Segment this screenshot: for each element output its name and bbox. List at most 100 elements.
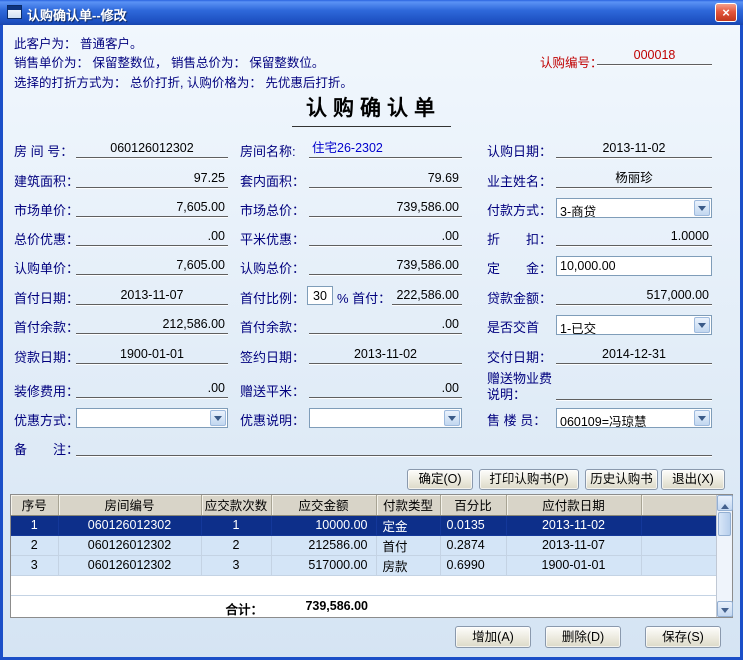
table-cell[interactable]: 2 — [201, 535, 271, 555]
table-header-cell: 序号 — [11, 495, 58, 515]
decoration-fee-field[interactable]: .00 — [76, 379, 228, 398]
total-discount-label: 总价优惠： — [14, 229, 79, 248]
order-no-value[interactable]: 000018 — [597, 46, 712, 65]
loan-date-field[interactable]: 1900-01-01 — [76, 345, 228, 364]
first-paid-label: 是否交首 — [487, 317, 539, 336]
table-cell[interactable]: 3 — [11, 555, 58, 575]
add-button[interactable]: 增加(A) — [455, 626, 531, 648]
sqm-discount-field[interactable]: .00 — [309, 227, 462, 246]
chevron-down-icon[interactable] — [694, 410, 710, 426]
print-button[interactable]: 打印认购书(P) — [479, 469, 579, 490]
chevron-down-icon[interactable] — [210, 410, 226, 426]
customer-type-note: 此客户为： 普通客户。 — [14, 33, 142, 52]
down-payment-balance-field[interactable]: 212,586.00 — [76, 315, 228, 334]
chevron-down-icon[interactable] — [694, 317, 710, 333]
building-area-field[interactable]: 97.25 — [76, 169, 228, 188]
table-cell[interactable]: 517000.00 — [271, 555, 376, 575]
save-button[interactable]: 保存(S) — [645, 626, 721, 648]
table-cell[interactable]: 212586.00 — [271, 535, 376, 555]
sqm-discount-label: 平米优惠： — [240, 229, 305, 248]
loan-amount-label: 贷款金额： — [487, 288, 552, 307]
deposit-input[interactable]: 10,000.00 — [556, 256, 712, 276]
loan-amount-field[interactable]: 517,000.00 — [556, 286, 712, 305]
down-payment-amount-field[interactable]: 222,586.00 — [392, 286, 462, 305]
first-paid-combo[interactable]: 1-已交 — [556, 315, 712, 335]
down-payment-date-field[interactable]: 2013-11-07 — [76, 286, 228, 305]
delivery-date-field[interactable]: 2014-12-31 — [556, 345, 712, 364]
salesperson-label: 售 楼 员： — [487, 410, 546, 429]
purchase-unit-price-field[interactable]: 7,605.00 — [76, 256, 228, 275]
table-cell[interactable]: 060126012302 — [58, 535, 201, 555]
exit-button[interactable]: 退出(X) — [661, 469, 725, 490]
loan-date-label: 贷款日期： — [14, 347, 79, 366]
table-cell[interactable]: 2013-11-02 — [506, 515, 641, 535]
purchase-date-label: 认购日期： — [487, 141, 552, 160]
purchase-total-price-field[interactable]: 739,586.00 — [309, 256, 462, 275]
table-cell[interactable]: 1 — [201, 515, 271, 535]
table-cell[interactable]: 0.6990 — [440, 555, 506, 575]
table-cell[interactable]: 060126012302 — [58, 555, 201, 575]
table-cell[interactable]: 10000.00 — [271, 515, 376, 535]
room-name-field[interactable]: 住宅26-2302 — [309, 139, 462, 158]
chevron-down-icon[interactable] — [444, 410, 460, 426]
down-payment-balance2-field[interactable]: .00 — [309, 315, 462, 334]
confirm-button[interactable]: 确定(O) — [407, 469, 473, 490]
table-row[interactable]: 3 060126012302 3 517000.00 房款 0.6990 190… — [11, 555, 716, 575]
owner-name-field[interactable]: 杨丽珍 — [556, 169, 712, 188]
discount-desc-combo[interactable] — [309, 408, 462, 428]
sign-date-field[interactable]: 2013-11-02 — [309, 345, 462, 364]
chevron-down-icon[interactable] — [694, 200, 710, 216]
down-payment-date-label: 首付日期： — [14, 288, 79, 307]
table-cell[interactable]: 0.2874 — [440, 535, 506, 555]
market-unit-price-field[interactable]: 7,605.00 — [76, 198, 228, 217]
table-cell[interactable]: 0.0135 — [440, 515, 506, 535]
scroll-up-icon[interactable] — [717, 495, 733, 511]
discount-mode-note: 选择的打折方式为： 总价打折, 认购价格为： 先优惠后打折。 — [14, 72, 353, 91]
scroll-down-icon[interactable] — [717, 601, 733, 617]
table-cell[interactable]: 1900-01-01 — [506, 555, 641, 575]
table-cell[interactable]: 3 — [201, 555, 271, 575]
table-cell-empty[interactable] — [641, 535, 716, 555]
room-no-field[interactable]: 060126012302 — [76, 139, 228, 158]
discount-method-label: 优惠方式： — [14, 410, 79, 429]
table-header-cell: 付款类型 — [376, 495, 440, 515]
table-cell[interactable]: 首付 — [376, 535, 440, 555]
scroll-thumb[interactable] — [718, 512, 731, 536]
history-button[interactable]: 历史认购书 — [585, 469, 658, 490]
table-cell[interactable]: 2 — [11, 535, 58, 555]
table-cell[interactable]: 1 — [11, 515, 58, 535]
titlebar[interactable]: 认购确认单--修改 × — [0, 0, 743, 25]
table-cell-empty[interactable] — [641, 515, 716, 535]
table-cell[interactable]: 定金 — [376, 515, 440, 535]
totals-label: 合计： — [201, 599, 263, 618]
purchase-date-field[interactable]: 2013-11-02 — [556, 139, 712, 158]
market-unit-price-label: 市场单价： — [14, 200, 79, 219]
payment-method-combo[interactable]: 3-商贷 — [556, 198, 712, 218]
table-header-cell: 应交金额 — [271, 495, 376, 515]
salesperson-combo[interactable]: 060109=冯琼慧 — [556, 408, 712, 428]
inner-area-label: 套内面积： — [240, 171, 305, 190]
discount-method-combo[interactable] — [76, 408, 228, 428]
purchase-total-price-label: 认购总价： — [240, 258, 305, 277]
remark-field[interactable] — [76, 437, 712, 456]
table-cell[interactable]: 2013-11-07 — [506, 535, 641, 555]
gift-property-fee-field[interactable] — [556, 381, 712, 400]
table-cell[interactable]: 060126012302 — [58, 515, 201, 535]
down-payment-ratio-input[interactable]: 30 — [307, 286, 333, 305]
table-row[interactable]: 1 060126012302 1 10000.00 定金 0.0135 2013… — [11, 515, 716, 535]
inner-area-field[interactable]: 79.69 — [309, 169, 462, 188]
table-vscrollbar[interactable] — [716, 495, 732, 617]
close-button[interactable]: × — [715, 3, 737, 22]
table-cell[interactable]: 房款 — [376, 555, 440, 575]
payment-method-value: 3-商贷 — [560, 201, 693, 220]
market-total-price-field[interactable]: 739,586.00 — [309, 198, 462, 217]
discount-rate-field[interactable]: 1.0000 — [556, 227, 712, 246]
delete-button[interactable]: 删除(D) — [545, 626, 621, 648]
table-cell-empty[interactable] — [641, 555, 716, 575]
totals-row: 合计： 739,586.00 — [11, 595, 716, 617]
table-row[interactable]: 2 060126012302 2 212586.00 首付 0.2874 201… — [11, 535, 716, 555]
table-header-cell: 应付款日期 — [506, 495, 641, 515]
payments-table: 序号 房间编号 应交款次数 应交金额 付款类型 百分比 应付款日期 1 0601… — [10, 494, 733, 618]
total-discount-field[interactable]: .00 — [76, 227, 228, 246]
gift-sqm-field[interactable]: .00 — [309, 379, 462, 398]
